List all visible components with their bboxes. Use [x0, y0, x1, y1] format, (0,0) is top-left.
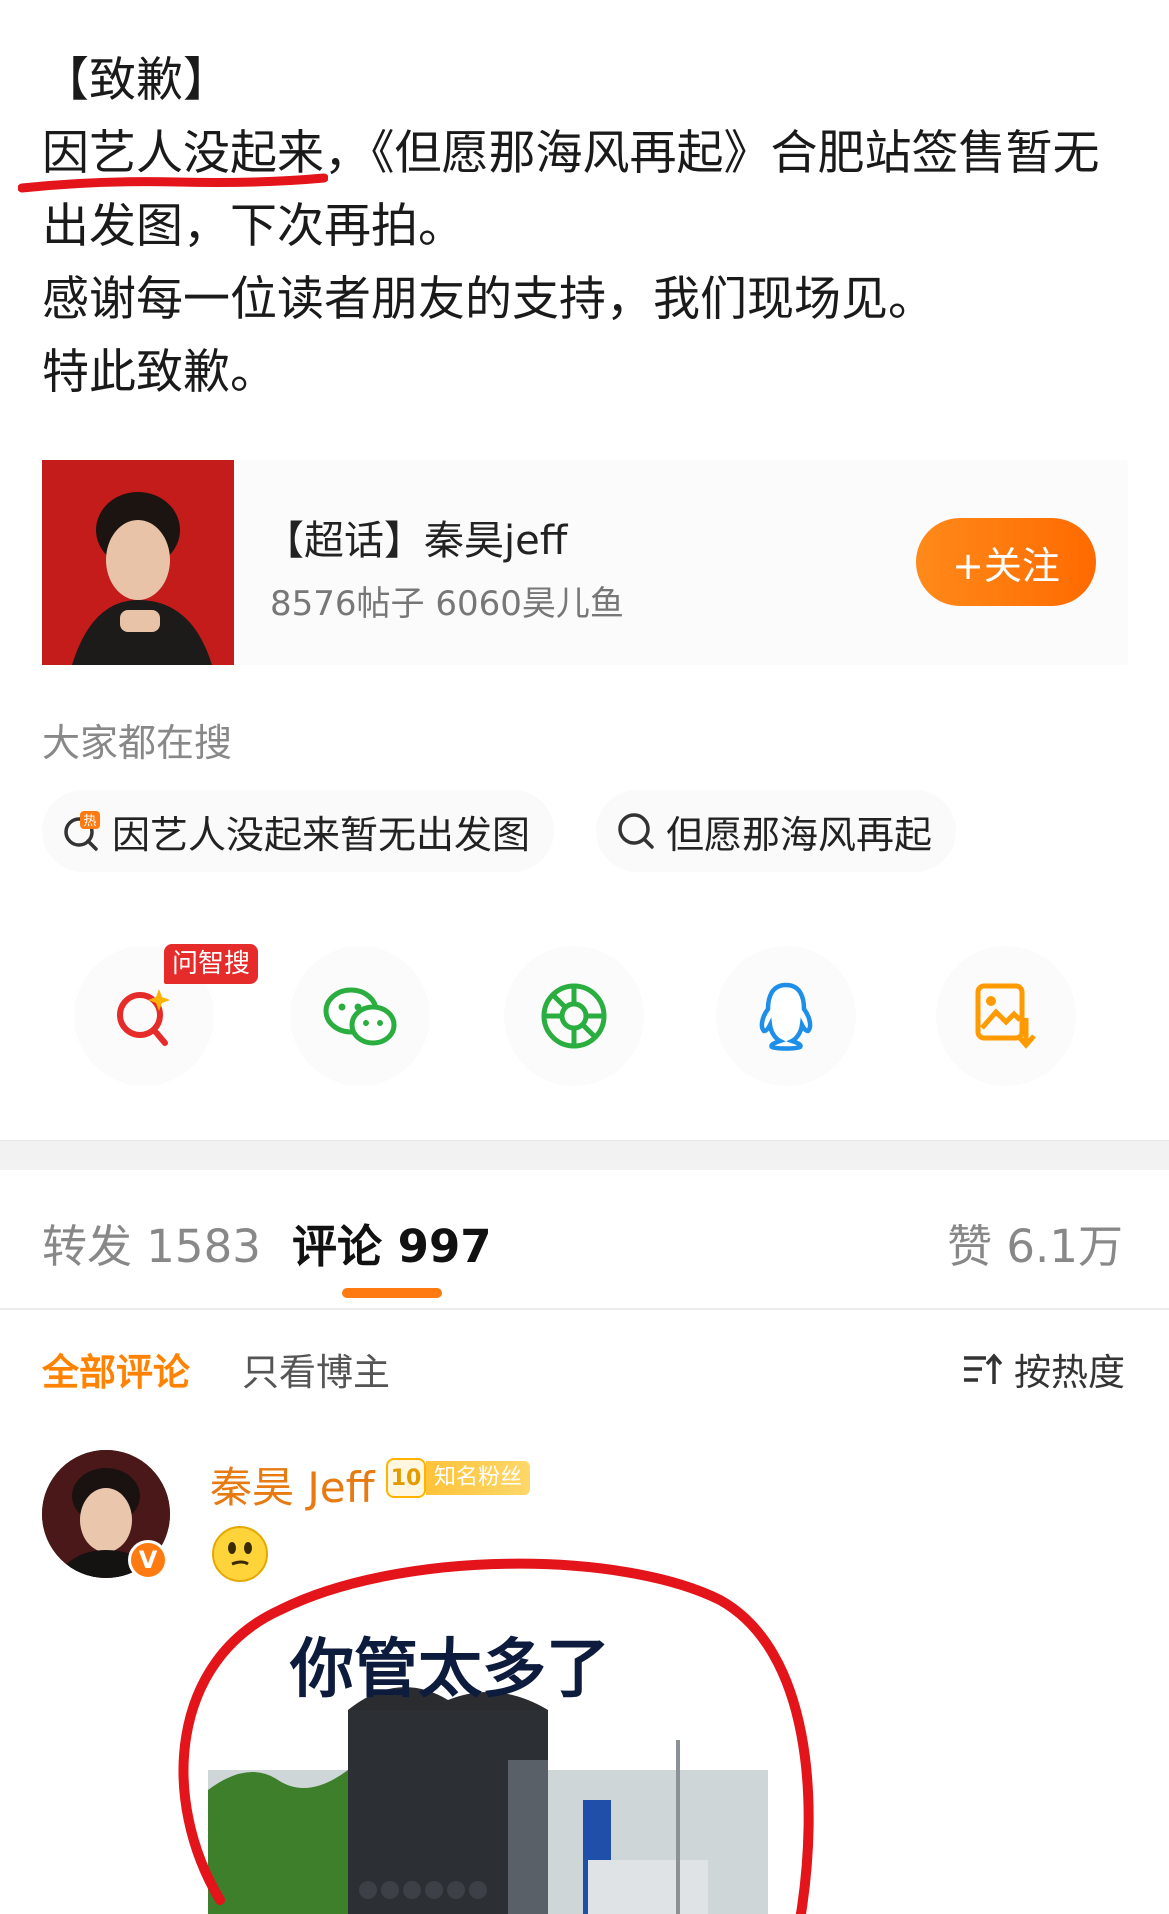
sort-icon — [964, 1353, 1002, 1384]
filter-author-only[interactable]: 只看博主 — [242, 1342, 390, 1396]
trending-search-label: 大家都在搜 — [42, 721, 233, 765]
commenter-name[interactable]: 秦昊 Jeff — [210, 1454, 375, 1515]
tab-repost[interactable]: 转发 1583 — [42, 1210, 261, 1275]
ai-search-badge: 问智搜 — [164, 944, 259, 984]
fan-badge[interactable]: 10 知名粉丝 — [386, 1458, 531, 1498]
search-chip-label: 但愿那海风再起 — [666, 812, 933, 857]
tab-comments[interactable]: 评论 997 — [292, 1210, 492, 1275]
search-chip-hot[interactable]: 热 因艺人没起来暂无出发图 — [42, 790, 555, 872]
red-circle-annotation — [178, 1558, 814, 1914]
wechat-icon — [323, 987, 397, 1046]
fan-label: 知名粉丝 — [426, 1461, 531, 1495]
hot-search-icon: 热 — [64, 811, 100, 851]
post-line: 【致歉】 — [42, 53, 230, 108]
section-divider — [0, 1140, 1169, 1170]
sort-by-hot-button[interactable]: 按热度 — [962, 1342, 1125, 1396]
save-image-button[interactable] — [936, 946, 1076, 1086]
svg-text:热: 热 — [83, 814, 96, 829]
moments-share-button[interactable] — [504, 946, 644, 1086]
save-image-icon — [975, 983, 1036, 1049]
qq-share-button[interactable] — [716, 946, 856, 1086]
moments-icon — [541, 983, 607, 1049]
tab-likes[interactable]: 赞 6.1万 — [947, 1210, 1123, 1275]
active-tab-indicator — [342, 1288, 442, 1298]
interaction-tabs: 转发 1583 评论 997 赞 6.1万 — [0, 1170, 1169, 1310]
follow-button[interactable]: +关注 — [916, 518, 1096, 606]
red-underline-annotation — [18, 173, 328, 193]
filter-all-comments[interactable]: 全部评论 — [42, 1342, 190, 1396]
post-line: 出发图，下次再拍。 — [42, 199, 465, 254]
supertopic-avatar — [42, 460, 234, 665]
ai-search-icon — [117, 989, 170, 1046]
supertopic-card[interactable]: 【超话】秦昊jeff 8576帖子 6060昊儿鱼 +关注 — [42, 460, 1128, 665]
search-icon — [618, 813, 654, 849]
post-body: 【致歉】 因艺人没起来，《但愿那海风再起》合肥站签售暂无 出发图，下次再拍。 感… — [42, 44, 1142, 409]
fan-level: 10 — [386, 1458, 426, 1498]
search-chip[interactable]: 但愿那海风再起 — [596, 790, 957, 872]
wechat-share-button[interactable] — [290, 946, 430, 1086]
post-line: 特此致歉。 — [42, 345, 277, 400]
post-line: 感谢每一位读者朋友的支持，我们现场见。 — [42, 272, 935, 327]
supertopic-stats: 8576帖子 6060昊儿鱼 — [270, 584, 624, 624]
sort-label: 按热度 — [1014, 1351, 1125, 1394]
qq-icon — [759, 982, 813, 1051]
search-chip-label: 因艺人没起来暂无出发图 — [112, 812, 531, 857]
supertopic-title[interactable]: 【超话】秦昊jeff — [264, 508, 567, 566]
